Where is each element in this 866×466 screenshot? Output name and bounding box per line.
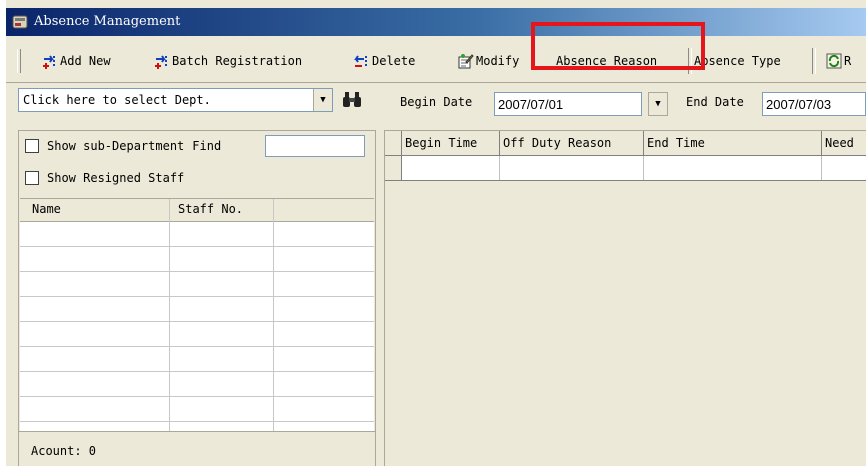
- find-staff-button[interactable]: [338, 88, 366, 112]
- show-resigned-checkbox[interactable]: [25, 171, 39, 185]
- chevron-down-icon[interactable]: ▼: [313, 89, 332, 111]
- grid-line: [499, 156, 500, 180]
- column-begin-time[interactable]: Begin Time: [405, 136, 477, 150]
- end-date-label: End Date: [686, 95, 744, 109]
- column-name[interactable]: Name: [32, 202, 61, 216]
- column-end-time[interactable]: End Time: [647, 136, 705, 150]
- refresh-button[interactable]: R: [826, 50, 851, 72]
- window-title: Absence Management: [34, 14, 181, 29]
- binoculars-icon: [343, 92, 361, 107]
- grid-line: [499, 131, 500, 155]
- account-count: Acount: 0: [31, 444, 97, 458]
- grid-line: [20, 296, 374, 297]
- end-date-field[interactable]: 2007/07/03: [762, 92, 866, 116]
- absence-type-label: Absence Type: [694, 54, 781, 68]
- grid-line: [20, 246, 374, 247]
- delete-label: Delete: [372, 54, 416, 68]
- modify-button[interactable]: Modify: [458, 50, 519, 72]
- row-indicator[interactable]: [385, 156, 402, 180]
- modify-icon: [458, 54, 474, 69]
- grid-line: [20, 421, 374, 422]
- modify-label: Modify: [476, 54, 520, 68]
- toolbar: Add New Batch Registration Delete Modify…: [6, 40, 866, 83]
- grid-line: [643, 131, 644, 155]
- status-bar: Acount: 0: [19, 431, 375, 466]
- begin-date-field[interactable]: 2007/07/01: [494, 92, 642, 116]
- absence-grid[interactable]: Begin Time Off Duty Reason End Time Need: [384, 130, 866, 466]
- begin-date-dropdown-icon[interactable]: ▼: [648, 92, 668, 116]
- absence-grid-header: Begin Time Off Duty Reason End Time Need: [385, 131, 866, 156]
- highlight-box: [531, 22, 705, 70]
- show-resigned-label: Show Resigned Staff: [47, 171, 185, 185]
- grid-line: [20, 346, 374, 347]
- show-resigned-row[interactable]: Show Resigned Staff: [25, 168, 184, 188]
- grid-line: [20, 371, 374, 372]
- grid-line: [643, 156, 644, 180]
- staff-list-header: Name Staff No.: [20, 199, 374, 222]
- column-need[interactable]: Need: [825, 136, 854, 150]
- toolbar-grip[interactable]: [17, 49, 21, 73]
- window: Absence Management Add New Batch Registr…: [0, 0, 866, 466]
- grid-line: [821, 156, 822, 180]
- grid-line: [20, 271, 374, 272]
- refresh-icon: [826, 53, 842, 69]
- delete-icon: [354, 55, 367, 67]
- staff-list[interactable]: Name Staff No.: [20, 198, 374, 431]
- add-new-label: Add New: [60, 54, 111, 68]
- column-off-duty-reason[interactable]: Off Duty Reason: [503, 136, 611, 150]
- batch-registration-label: Batch Registration: [172, 54, 303, 68]
- staff-panel: Show sub-Department Find Show Resigned S…: [18, 130, 376, 466]
- table-row[interactable]: [385, 156, 866, 181]
- begin-date-value: 2007/07/01: [498, 97, 564, 112]
- app-icon: [12, 14, 28, 30]
- column-staff-no[interactable]: Staff No.: [178, 202, 243, 216]
- grid-line: [821, 131, 822, 155]
- find-input[interactable]: [265, 135, 365, 157]
- toolbar-separator: [812, 48, 816, 74]
- absence-type-button[interactable]: Absence Type: [694, 50, 781, 72]
- end-date-value: 2007/07/03: [766, 97, 832, 112]
- grid-line: [401, 131, 402, 155]
- batch-registration-icon: [155, 55, 167, 69]
- show-sub-department-row[interactable]: Show sub-Department Find: [25, 136, 221, 156]
- add-new-icon: [43, 55, 55, 69]
- refresh-label: R: [844, 54, 852, 68]
- grid-line: [20, 321, 374, 322]
- add-new-button[interactable]: Add New: [42, 50, 111, 72]
- department-dropdown-value: Click here to select Dept.: [23, 93, 211, 107]
- begin-date-label: Begin Date: [400, 95, 473, 109]
- show-sub-department-label: Show sub-Department: [47, 139, 185, 153]
- batch-registration-button[interactable]: Batch Registration: [154, 50, 302, 72]
- department-dropdown[interactable]: Click here to select Dept. ▼: [18, 88, 333, 112]
- show-sub-department-checkbox[interactable]: [25, 139, 39, 153]
- delete-button[interactable]: Delete: [354, 50, 415, 72]
- title-bar[interactable]: Absence Management: [6, 8, 866, 36]
- grid-line: [20, 396, 374, 397]
- find-label: Find: [192, 139, 222, 153]
